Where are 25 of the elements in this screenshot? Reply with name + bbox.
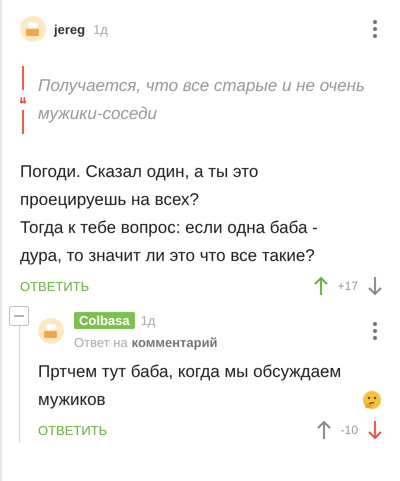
author-name[interactable]: jereg	[54, 22, 86, 36]
downvote-icon[interactable]	[368, 420, 382, 440]
rating: +17	[338, 279, 358, 293]
comment-time: 1д	[140, 313, 156, 328]
more-icon[interactable]	[372, 321, 378, 341]
thinking-emoji-icon	[362, 390, 382, 410]
reply-link[interactable]: ОТВЕТИТЬ	[20, 278, 90, 294]
upvote-icon[interactable]	[316, 420, 331, 440]
parent-comment-link[interactable]: комментарий	[132, 335, 218, 350]
comment-text: Погоди. Сказал один, а ты это проецируешь на всех?	[20, 161, 260, 211]
comment-time: 1д	[93, 22, 108, 36]
quote-icon	[20, 66, 26, 134]
reply-link[interactable]: ОТВЕТИТЬ	[38, 422, 108, 438]
more-icon[interactable]	[372, 19, 378, 39]
upvote-icon[interactable]	[314, 276, 328, 296]
avatar-icon[interactable]	[38, 318, 64, 344]
reply-prefix: Ответ на	[74, 335, 128, 350]
collapse-icon[interactable]	[9, 306, 29, 326]
downvote-icon[interactable]	[368, 276, 382, 296]
rating: -10	[340, 423, 358, 437]
avatar-icon[interactable]	[20, 16, 46, 42]
comment-text: Тогда к тебе вопрос: если одна баба - дура, то значит ли это что все такие?	[20, 217, 319, 267]
author-name[interactable]: Colbasa	[74, 312, 135, 329]
comment-text: Пртчем тут баба, когда мы обсуждаем мужиков	[38, 361, 342, 411]
quote-text: Получается, что все старые и не очень мужики-соседи	[38, 75, 366, 125]
